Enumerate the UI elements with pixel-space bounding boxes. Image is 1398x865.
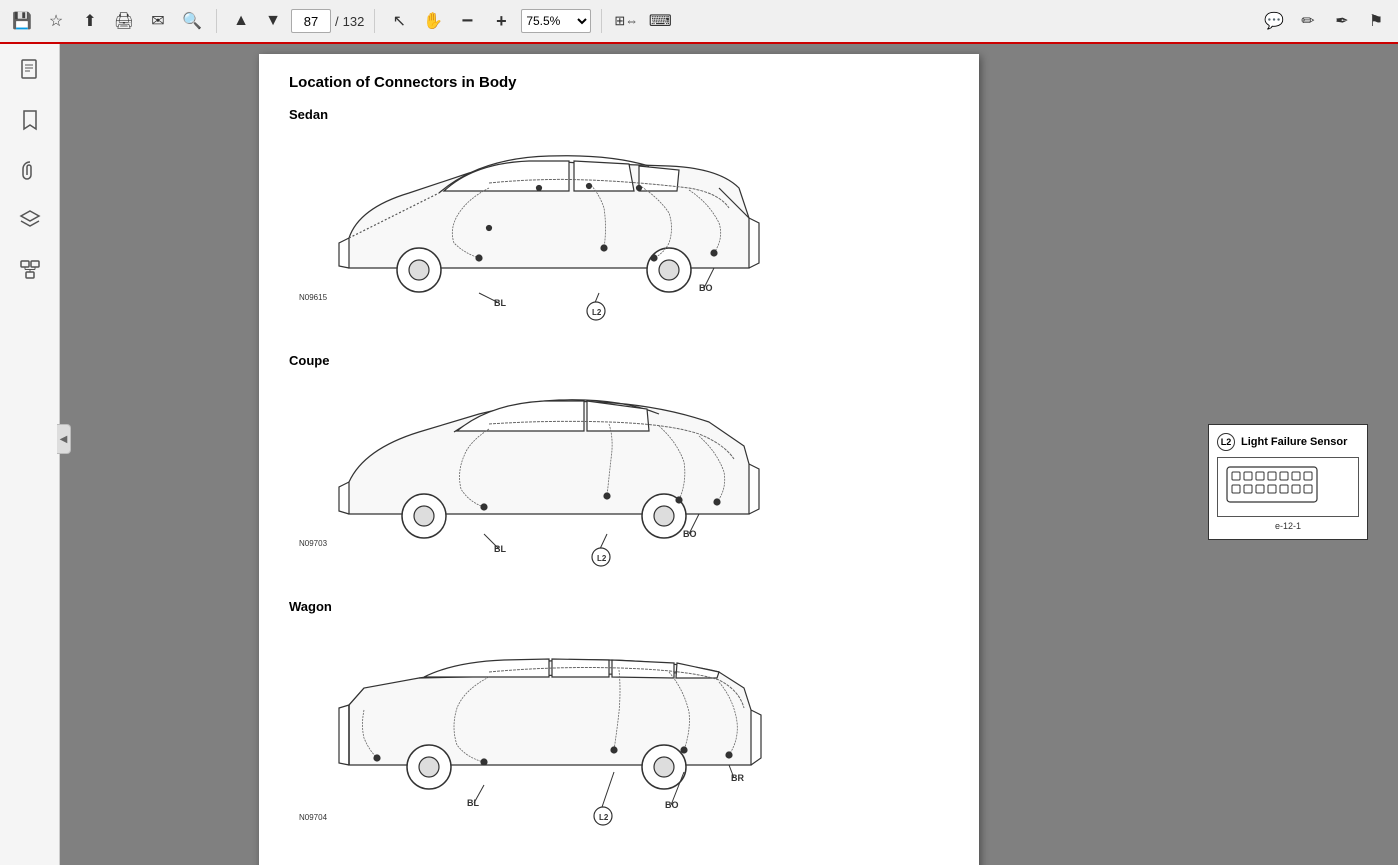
search-icon[interactable]: 🔍 xyxy=(178,7,206,35)
sep-1 xyxy=(216,9,217,33)
stamp-tool[interactable]: ⚑ xyxy=(1362,7,1390,35)
toolbar: 💾 ☆ ⬆ 🖨 ✉ 🔍 ▲ ▼ / 132 ↖ ✋ − + 75.5% 50% … xyxy=(0,0,1398,44)
svg-text:BO: BO xyxy=(683,529,697,539)
cursor-tool[interactable]: ↖ xyxy=(385,7,413,35)
sedan-car-svg: N09615 BL L2 BO xyxy=(289,128,769,328)
wagon-diagram-area: N09704 BL L2 BO BR xyxy=(289,620,949,840)
save-icon[interactable]: 💾 xyxy=(8,7,36,35)
right-panel: L2 Light Failure Sensor xyxy=(1178,44,1398,865)
document-page: Location of Connectors in Body Sedan xyxy=(259,54,979,865)
sep-2 xyxy=(374,9,375,33)
keyboard-tool[interactable]: ⌨ xyxy=(646,7,674,35)
svg-text:L2: L2 xyxy=(599,813,609,822)
sidebar-attachment-icon[interactable] xyxy=(14,154,46,186)
svg-text:BO: BO xyxy=(699,283,713,293)
sidebar-bookmark-icon[interactable] xyxy=(14,104,46,136)
sedan-diagram-area: N09615 BL L2 BO xyxy=(289,128,949,333)
zoom-in-button[interactable]: + xyxy=(487,7,515,35)
legend-title: Light Failure Sensor xyxy=(1241,436,1347,448)
legend-l2-text: L2 xyxy=(1221,437,1232,447)
sedan-section: Sedan xyxy=(289,107,949,333)
svg-text:BO: BO xyxy=(665,800,679,810)
page-nav: ▲ ▼ / 132 xyxy=(227,7,364,35)
svg-text:N09704: N09704 xyxy=(299,813,328,822)
pen-tool[interactable]: ✏ xyxy=(1294,7,1322,35)
legend-box: L2 Light Failure Sensor xyxy=(1208,424,1368,540)
fit-tool[interactable]: ⊞⇔ xyxy=(612,7,640,35)
svg-text:N09703: N09703 xyxy=(299,539,328,548)
print-icon[interactable]: 🖨 xyxy=(110,7,138,35)
sidebar-collapse-handle[interactable]: ◀ xyxy=(57,424,71,454)
left-sidebar xyxy=(0,44,60,865)
legend-sub-label: e-12-1 xyxy=(1217,521,1359,531)
coupe-car-svg: N09703 BL L2 BO xyxy=(289,374,769,574)
hand-tool[interactable]: ✋ xyxy=(419,7,447,35)
comment-tool[interactable]: 💬 xyxy=(1260,7,1288,35)
svg-text:N09615: N09615 xyxy=(299,293,328,302)
legend-l2-circle: L2 xyxy=(1217,433,1235,451)
bookmark-icon[interactable]: ☆ xyxy=(42,7,70,35)
total-pages: 132 xyxy=(343,14,365,29)
sidebar-page-icon[interactable] xyxy=(14,54,46,86)
wagon-section: Wagon xyxy=(289,599,949,840)
zoom-out-button[interactable]: − xyxy=(453,7,481,35)
svg-text:BL: BL xyxy=(494,544,506,554)
page-separator: / xyxy=(335,14,339,29)
upload-icon[interactable]: ⬆ xyxy=(76,7,104,35)
document-area[interactable]: Location of Connectors in Body Sedan xyxy=(60,44,1178,865)
next-page-button[interactable]: ▼ xyxy=(259,7,287,35)
svg-text:BR: BR xyxy=(731,773,744,783)
svg-text:L2: L2 xyxy=(597,554,607,563)
legend-title-row: L2 Light Failure Sensor xyxy=(1217,433,1359,451)
wagon-car-svg: N09704 BL L2 BO BR xyxy=(289,620,769,835)
zoom-select[interactable]: 75.5% 50% 100% 125% xyxy=(521,9,591,33)
page-title: Location of Connectors in Body xyxy=(289,74,949,91)
sidebar-structure-icon[interactable] xyxy=(14,254,46,286)
connector-diagram xyxy=(1217,457,1359,517)
prev-page-button[interactable]: ▲ xyxy=(227,7,255,35)
current-page-input[interactable] xyxy=(291,9,331,33)
connector-svg xyxy=(1222,462,1322,507)
email-icon[interactable]: ✉ xyxy=(144,7,172,35)
coupe-section: Coupe xyxy=(289,353,949,579)
sedan-label: Sedan xyxy=(289,107,949,122)
svg-text:L2: L2 xyxy=(592,308,602,317)
sidebar-layers-icon[interactable] xyxy=(14,204,46,236)
main-area: ◀ Location of Connectors in Body Sedan xyxy=(0,44,1398,865)
svg-text:BL: BL xyxy=(467,798,479,808)
coupe-label: Coupe xyxy=(289,353,949,368)
wagon-label: Wagon xyxy=(289,599,949,614)
sep-3 xyxy=(601,9,602,33)
highlight-tool[interactable]: ✒ xyxy=(1328,7,1356,35)
svg-text:BL: BL xyxy=(494,298,506,308)
coupe-diagram-area: N09703 BL L2 BO xyxy=(289,374,949,579)
